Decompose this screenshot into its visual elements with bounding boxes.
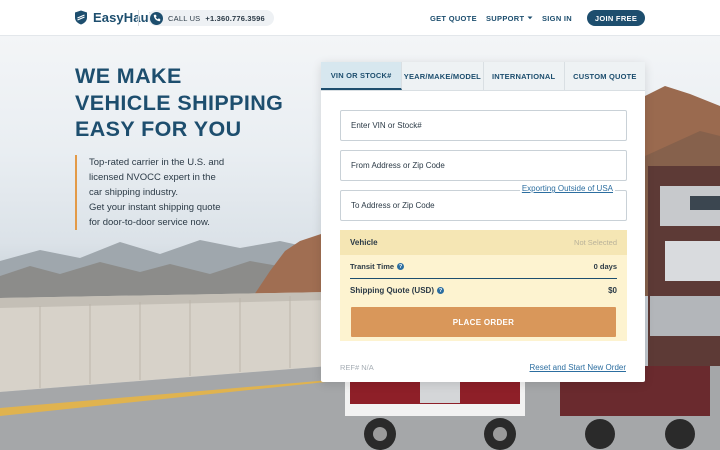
shipping-quote-label: Shipping Quote (USD) ? [350, 286, 444, 295]
shipping-quote-value: $0 [608, 286, 617, 295]
vehicle-value: Not Selected [574, 238, 617, 247]
call-label: CALL US [168, 13, 201, 23]
to-address-input[interactable]: To Address or Zip Code [340, 190, 627, 221]
summary-quote-row: Shipping Quote (USD) ? $0 [340, 279, 627, 302]
hero-description-line: licensed NVOCC expert in the [89, 172, 216, 183]
tab-vin-or-stock[interactable]: VIN OR STOCK# [321, 62, 403, 90]
phone-number[interactable]: +1.360.776.3596 [205, 14, 265, 23]
exporting-outside-usa-link[interactable]: Exporting Outside of USA [519, 184, 615, 193]
transit-time-label-text: Transit Time [350, 262, 395, 271]
hero-section: WE MAKE VEHICLE SHIPPING EASY FOR YOU To… [75, 63, 283, 230]
site-header: EasyHaul CALL US +1.360.776.3596 GET QUO… [0, 0, 720, 36]
hero-headline-line-3: EASY FOR YOU [75, 117, 242, 141]
reference-number: REF# N/A [340, 363, 374, 372]
place-order-button[interactable]: PLACE ORDER [351, 307, 616, 337]
tab-custom-quote[interactable]: CUSTOM QUOTE [565, 62, 645, 90]
hero-description-line: Top-rated carrier in the U.S. and [89, 157, 225, 168]
nav-sign-in[interactable]: SIGN IN [542, 0, 572, 36]
summary-vehicle-row: Vehicle Not Selected [340, 230, 627, 255]
tab-year-make-model[interactable]: YEAR/MAKE/MODEL [402, 62, 484, 90]
quote-summary: Vehicle Not Selected Transit Time ? 0 da… [340, 230, 627, 341]
header-divider [138, 10, 139, 26]
nav-support[interactable]: SUPPORT [486, 0, 533, 36]
quote-tabs: VIN OR STOCK# YEAR/MAKE/MODEL INTERNATIO… [321, 62, 645, 91]
transit-time-label: Transit Time ? [350, 262, 405, 271]
call-us-pill[interactable]: CALL US +1.360.776.3596 [148, 10, 274, 26]
hero-description: Top-rated carrier in the U.S. and licens… [75, 155, 235, 230]
hero-headline: WE MAKE VEHICLE SHIPPING EASY FOR YOU [75, 63, 283, 143]
nav-support-label: SUPPORT [486, 13, 525, 23]
summary-transit-row: Transit Time ? 0 days [350, 255, 617, 279]
chevron-down-icon [527, 16, 533, 20]
shield-logo-icon [75, 10, 87, 25]
vin-input[interactable]: Enter VIN or Stock# [340, 110, 627, 141]
brand-name: EasyHaul [93, 10, 153, 25]
from-address-input[interactable]: From Address or Zip Code [340, 150, 627, 181]
join-free-button[interactable]: JOIN FREE [587, 10, 645, 26]
vehicle-label: Vehicle [350, 238, 378, 247]
info-icon[interactable]: ? [397, 263, 405, 270]
info-icon[interactable]: ? [437, 287, 444, 294]
reset-order-link[interactable]: Reset and Start New Order [530, 363, 626, 372]
quote-form-card: VIN OR STOCK# YEAR/MAKE/MODEL INTERNATIO… [321, 62, 645, 382]
hero-description-line: car shipping industry. [89, 187, 179, 198]
tab-international[interactable]: INTERNATIONAL [484, 62, 565, 90]
shipping-quote-label-text: Shipping Quote (USD) [350, 286, 434, 295]
brand-logo[interactable]: EasyHaul [74, 10, 152, 25]
hero-headline-line-2: VEHICLE SHIPPING [75, 90, 284, 115]
hero-headline-line-1: WE MAKE [75, 64, 182, 88]
transit-time-value: 0 days [593, 262, 617, 271]
hero-description-line: Get your instant shipping quote [89, 202, 221, 213]
phone-icon [150, 11, 163, 25]
hero-description-line: for door-to-door service now. [89, 217, 210, 228]
nav-get-quote[interactable]: GET QUOTE [430, 0, 477, 36]
